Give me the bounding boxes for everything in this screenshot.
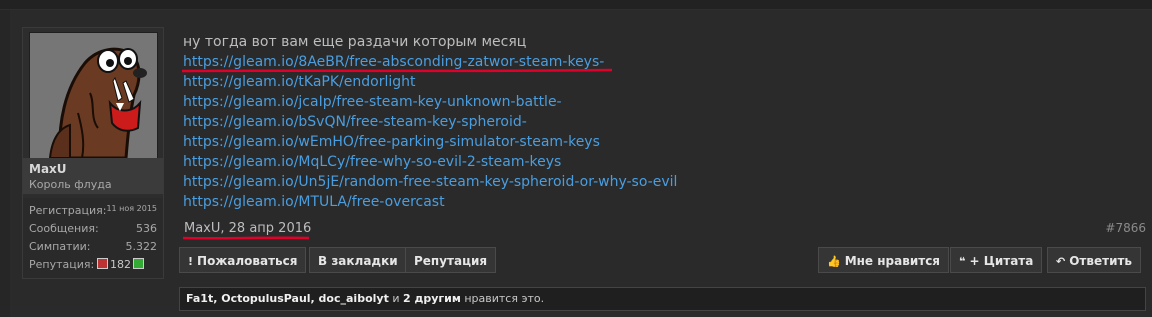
reply-icon: ↶ — [1056, 255, 1066, 268]
reputation-minus-icon[interactable] — [97, 258, 108, 269]
post-link[interactable]: https://gleam.io/tKaPK/endorlight — [183, 72, 677, 92]
user-stats: Регистрация: 11 ноя 2015 Сообщения: 536 … — [23, 198, 163, 278]
post-number[interactable]: #7866 — [1105, 221, 1146, 235]
post-link[interactable]: https://gleam.io/Un5jE/random-free-steam… — [183, 172, 677, 192]
post-message: ну тогда вот вам еще раздачи которым мес… — [183, 32, 677, 212]
quote-icon: ❝ — [959, 255, 966, 268]
likes-names[interactable]: Fa1t, OctopulusPaul, doc_aibolyt — [186, 292, 389, 305]
red-annotation-underline — [182, 236, 310, 240]
stat-messages: Сообщения: 536 — [29, 222, 157, 235]
stat-reputation: Репутация: 182 — [29, 256, 157, 274]
user-card: MaxU Король флуда Регистрация: 11 ноя 20… — [22, 27, 164, 279]
post-author-date[interactable]: MaxU, 28 апр 2016 — [184, 221, 311, 236]
post-link[interactable]: https://gleam.io/jcaIp/free-steam-key-un… — [183, 92, 677, 112]
report-button[interactable]: ! Пожаловаться — [179, 247, 307, 273]
likes-summary: Fa1t, OctopulusPaul, doc_aibolyt и 2 дру… — [179, 287, 1146, 311]
likes-others[interactable]: 2 другим — [403, 292, 461, 305]
top-divider — [0, 0, 1152, 10]
warning-icon: ! — [188, 255, 194, 268]
user-title: Король флуда — [29, 178, 112, 191]
quote-button[interactable]: ❝ + Цитата — [950, 247, 1043, 273]
stat-registration: Регистрация: 11 ноя 2015 — [29, 204, 157, 217]
reputation-value: 182 — [110, 258, 131, 271]
reputation-button[interactable]: Репутация — [405, 247, 497, 273]
username[interactable]: MaxU — [29, 162, 67, 176]
stat-likes: Симпатии: 5.322 — [29, 240, 157, 253]
thumbs-up-icon: 👍 — [827, 255, 841, 268]
red-annotation-underline — [181, 68, 613, 73]
beaver-avatar-image — [30, 33, 157, 158]
reply-button[interactable]: ↶ Ответить — [1047, 247, 1142, 273]
post-link[interactable]: https://gleam.io/MTULA/free-overcast — [183, 192, 677, 212]
avatar[interactable] — [29, 32, 158, 159]
username-box: MaxU Король флуда — [23, 158, 163, 194]
post-intro: ну тогда вот вам еще раздачи которым мес… — [183, 34, 527, 50]
post-link[interactable]: https://gleam.io/bSvQN/free-steam-key-sp… — [183, 112, 677, 132]
like-button[interactable]: 👍 Мне нравится — [818, 247, 950, 273]
post-link[interactable]: https://gleam.io/MqLCy/free-why-so-evil-… — [183, 152, 677, 172]
post-link[interactable]: https://gleam.io/wEmHO/free-parking-simu… — [183, 132, 677, 152]
reputation-plus-icon[interactable] — [133, 258, 144, 269]
bookmark-button[interactable]: В закладки — [309, 247, 407, 273]
